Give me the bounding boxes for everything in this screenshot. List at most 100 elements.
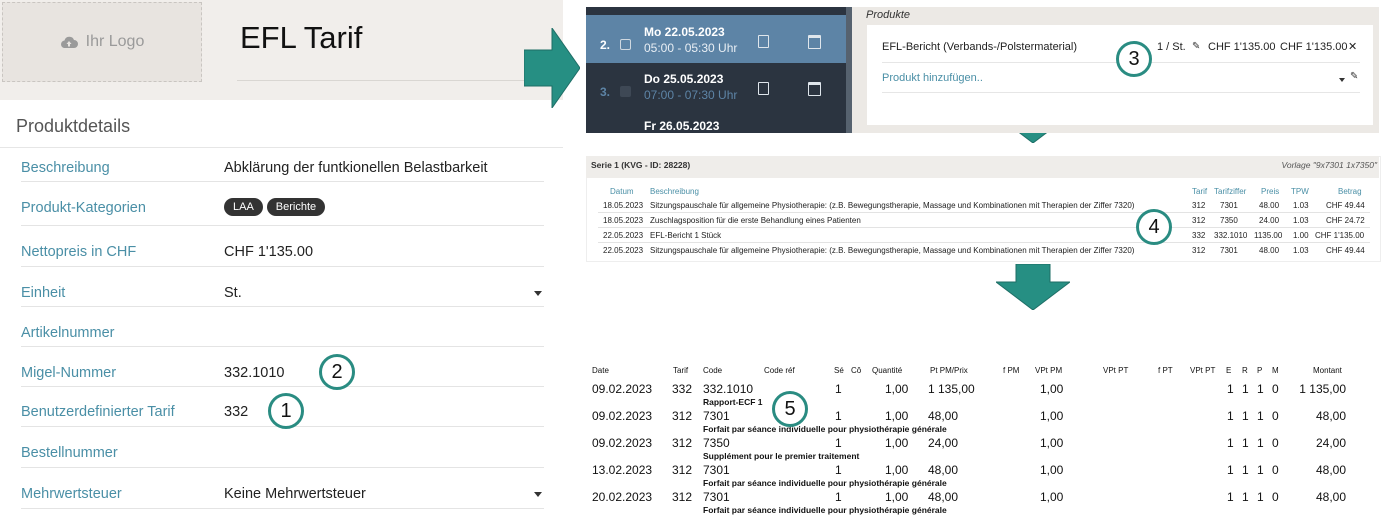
print-cell-date: 09.02.2023 — [592, 409, 653, 423]
print-col-r: R — [1242, 366, 1248, 375]
select-mehrwertsteuer[interactable]: Keine Mehrwertsteuer — [224, 486, 366, 502]
print-col-f-pt: f PT — [1158, 366, 1173, 375]
tag-berichte[interactable]: Berichte — [266, 198, 326, 216]
pencil-icon[interactable]: ✎ — [1192, 41, 1200, 52]
divider — [21, 467, 544, 468]
pencil-icon[interactable]: ✎ — [1350, 71, 1358, 82]
chevron-down-icon[interactable] — [534, 291, 542, 296]
value-benutzerdefinierter-tarif[interactable]: 332 — [224, 404, 248, 420]
print-cell-e: 1 — [1227, 463, 1234, 477]
value-migel-nummer[interactable]: 332.1010 — [224, 365, 284, 381]
print-col-e: E — [1226, 366, 1232, 375]
print-col-vpt-pm: VPt PM — [1035, 366, 1063, 375]
callout-5: 5 — [772, 391, 808, 427]
print-cell-code: 7301 — [703, 463, 730, 477]
value-beschreibung[interactable]: Abklärung der funtkionellen Belastbarkei… — [224, 160, 488, 176]
callout-1: 1 — [268, 393, 304, 429]
calculator-icon[interactable] — [758, 82, 769, 95]
tag-laa[interactable]: LAA — [224, 198, 263, 216]
invoice-serie: Serie 1 (KVG - ID: 28228) — [591, 160, 691, 170]
select-einheit[interactable]: St. — [224, 285, 242, 301]
print-cell-e: 1 — [1227, 409, 1234, 423]
cell-datum: 18.05.2023 — [603, 201, 644, 210]
arrow-down-icon — [996, 264, 1070, 310]
logo-text: Ihr Logo — [85, 33, 145, 50]
invoice-template: Vorlage "9x7301 1x7350" — [1281, 160, 1377, 170]
label-mehrwertsteuer: Mehrwertsteuer — [21, 486, 122, 502]
print-col-co: Cô — [851, 366, 862, 375]
print-cell-quantite: 1,00 — [885, 436, 909, 450]
print-cell-vpt-pm: 1,00 — [1040, 490, 1064, 504]
calculator-icon[interactable] — [758, 35, 769, 48]
appointment-checkbox[interactable] — [620, 39, 631, 50]
callout-2: 2 — [319, 354, 355, 390]
print-cell-e: 1 — [1227, 382, 1234, 396]
print-cell-description: Forfait par séance individuelle pour phy… — [703, 424, 947, 434]
print-cell-price: 48,00 — [928, 490, 959, 504]
calendar-icon[interactable] — [808, 82, 821, 96]
appointment-number: 2. — [600, 38, 611, 52]
print-cell-se: 1 — [835, 382, 842, 396]
appointment-checkbox[interactable] — [620, 86, 631, 97]
cell-tarif: 312 — [1192, 201, 1206, 210]
print-cell-quantite: 1,00 — [885, 463, 909, 477]
print-cell-price: 24,00 — [928, 436, 959, 450]
callout-4: 4 — [1136, 209, 1172, 245]
print-cell-description: Forfait par séance individuelle pour phy… — [703, 505, 947, 515]
product-price: CHF 1'135.00 — [1208, 41, 1276, 53]
label-einheit: Einheit — [21, 285, 66, 301]
col-header-tarif: Tarif — [1192, 187, 1208, 196]
cell-beschreibung: EFL-Bericht 1 Stück — [650, 231, 722, 240]
value-nettopreis[interactable]: CHF 1'135.00 — [224, 244, 313, 260]
divider — [0, 147, 563, 148]
print-cell-se: 1 — [835, 490, 842, 504]
print-cell-p: 1 — [1257, 436, 1264, 450]
print-cell-m: 0 — [1272, 436, 1279, 450]
print-col-quantite: Quantité — [872, 366, 903, 375]
divider — [21, 181, 544, 182]
close-icon[interactable]: ✕ — [1348, 40, 1357, 53]
print-col-vpt-pt-2: VPt PT — [1190, 366, 1216, 375]
col-header-betrag: Betrag — [1338, 187, 1362, 196]
divider — [21, 346, 544, 347]
calendar-icon[interactable] — [808, 35, 821, 49]
print-cell-se: 1 — [835, 409, 842, 423]
print-cell-m: 0 — [1272, 409, 1279, 423]
print-cell-code: 7301 — [703, 490, 730, 504]
col-header-beschreibung: Beschreibung — [650, 187, 699, 196]
print-col-m: M — [1272, 366, 1279, 375]
print-cell-tarif: 312 — [672, 436, 693, 450]
appointment-item[interactable]: Fr 26.05.2023 — [586, 111, 846, 133]
arrow-right-icon — [524, 28, 580, 108]
cloud-upload-icon — [60, 36, 78, 48]
print-cell-r: 1 — [1242, 409, 1249, 423]
label-benutzerdefinierter-tarif: Benutzerdefinierter Tarif — [21, 404, 175, 420]
print-cell-date: 09.02.2023 — [592, 436, 653, 450]
cell-tarifziffer: 7301 — [1220, 246, 1238, 255]
appointment-date: Do 25.05.2023 — [644, 72, 724, 86]
logo-placeholder[interactable]: Ihr Logo — [2, 2, 202, 82]
print-cell-p: 1 — [1257, 463, 1264, 477]
appointment-item-selected[interactable]: 2. Mo 22.05.2023 05:00 - 05:30 Uhr — [586, 15, 846, 63]
cell-datum: 22.05.2023 — [603, 246, 644, 255]
label-beschreibung: Beschreibung — [21, 160, 110, 176]
label-migel-nummer: Migel-Nummer — [21, 365, 117, 381]
col-header-preis: Preis — [1261, 187, 1280, 196]
print-cell-vpt-pm: 1,00 — [1040, 436, 1064, 450]
callout-3: 3 — [1116, 41, 1152, 77]
product-qty[interactable]: 1 / St. — [1157, 41, 1186, 53]
col-header-datum: Datum — [610, 187, 634, 196]
cell-tarifziffer: 7350 — [1220, 216, 1238, 225]
print-cell-code: 7301 — [703, 409, 730, 423]
print-cell-montant: 48,00 — [1315, 409, 1346, 423]
appointment-list: 2. Mo 22.05.2023 05:00 - 05:30 Uhr 3. Do… — [586, 7, 846, 133]
add-product-dropdown[interactable]: Produkt hinzufügen.. — [882, 72, 983, 84]
appointment-item[interactable]: 3. Do 25.05.2023 07:00 - 07:30 Uhr — [586, 65, 846, 113]
print-cell-e: 1 — [1227, 490, 1234, 504]
chevron-down-icon[interactable] — [534, 492, 542, 497]
chevron-down-icon[interactable] — [1339, 78, 1345, 82]
title-divider — [237, 80, 563, 81]
cell-tpw: 1.03 — [1293, 201, 1309, 210]
col-header-tpw: TPW — [1291, 187, 1309, 196]
divider — [882, 92, 1360, 93]
